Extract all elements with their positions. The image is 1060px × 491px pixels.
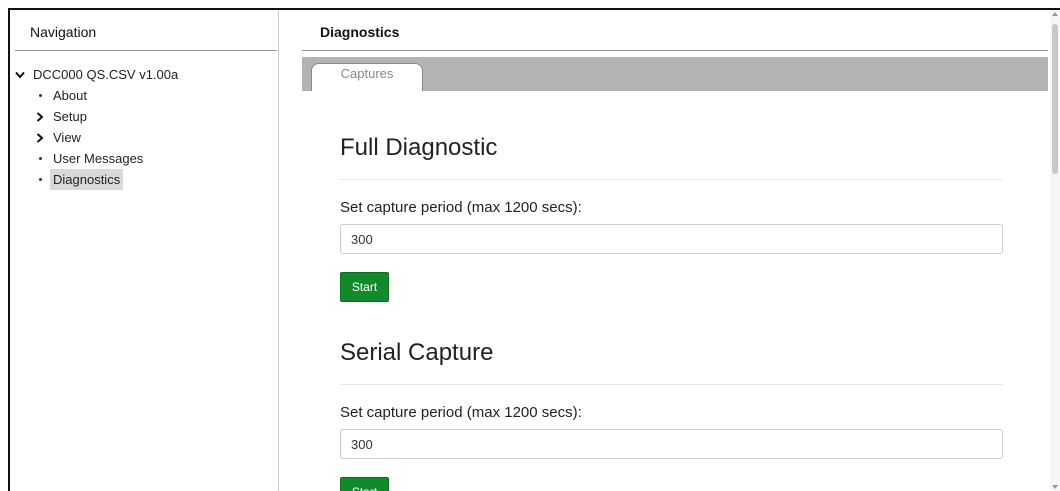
navigation-tree: DCC000 QS.CSV v1.00a About Setup View Us… — [14, 64, 181, 190]
scroll-down-icon[interactable] — [1052, 485, 1058, 489]
tree-item-diagnostics[interactable]: Diagnostics — [14, 169, 181, 190]
serial-capture-period-input[interactable] — [340, 429, 1003, 459]
tree-item-label[interactable]: User Messages — [50, 148, 146, 169]
full-diagnostic-period-input[interactable] — [340, 224, 1003, 254]
scroll-thumb[interactable] — [1052, 24, 1058, 174]
section-divider — [340, 179, 1003, 180]
capture-period-label: Set capture period (max 1200 secs): — [340, 404, 582, 421]
scroll-up-icon[interactable] — [1052, 12, 1058, 16]
bullet-icon — [34, 157, 46, 160]
vertical-scrollbar[interactable] — [1050, 10, 1060, 491]
chevron-right-icon[interactable] — [34, 111, 46, 122]
section-divider — [340, 384, 1003, 385]
full-diagnostic-start-button[interactable]: Start — [340, 272, 389, 302]
tree-item-user-messages[interactable]: User Messages — [14, 148, 181, 169]
navigation-divider — [15, 50, 277, 51]
title-divider — [302, 50, 1048, 51]
bullet-icon — [34, 178, 46, 181]
tree-item-view[interactable]: View — [14, 127, 181, 148]
tree-item-label[interactable]: View — [50, 127, 84, 148]
tree-item-setup[interactable]: Setup — [14, 106, 181, 127]
tree-item-label[interactable]: About — [50, 85, 90, 106]
tree-item-label[interactable]: Diagnostics — [50, 169, 124, 190]
chevron-right-icon[interactable] — [34, 132, 46, 143]
section-heading-full-diagnostic: Full Diagnostic — [340, 134, 498, 161]
navigation-header: Navigation — [30, 24, 97, 40]
bullet-icon — [34, 94, 46, 97]
serial-capture-start-button[interactable]: Start — [340, 477, 389, 491]
navigation-pane: Navigation DCC000 QS.CSV v1.00a About Se… — [10, 10, 279, 491]
tab-captures[interactable]: Captures — [311, 63, 423, 91]
section-heading-serial-capture: Serial Capture — [340, 339, 494, 366]
app-window: Navigation DCC000 QS.CSV v1.00a About Se… — [8, 8, 1060, 491]
tree-item-about[interactable]: About — [14, 85, 181, 106]
content-pane: Diagnostics Captures Full Diagnostic Set… — [278, 10, 1060, 491]
tab-bar: Captures — [302, 57, 1048, 91]
tree-root-label[interactable]: DCC000 QS.CSV v1.00a — [30, 64, 181, 85]
page-title: Diagnostics — [320, 24, 400, 40]
tree-root[interactable]: DCC000 QS.CSV v1.00a — [14, 64, 181, 85]
capture-period-label: Set capture period (max 1200 secs): — [340, 199, 582, 216]
tree-item-label[interactable]: Setup — [50, 106, 90, 127]
chevron-down-icon[interactable] — [14, 71, 26, 79]
